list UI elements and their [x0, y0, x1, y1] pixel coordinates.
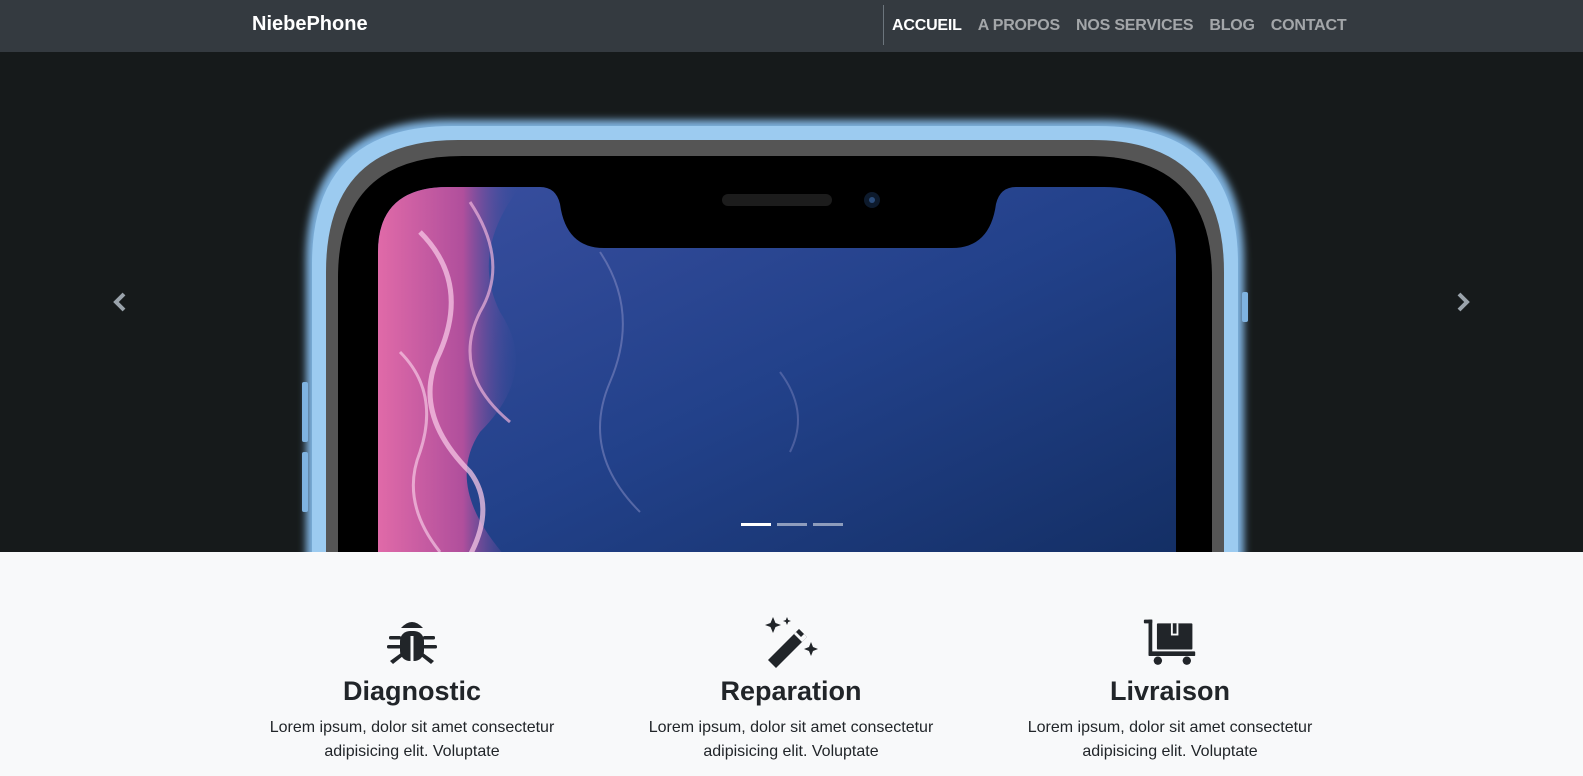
carousel-slide-image	[0, 52, 1583, 552]
feature-title: Diagnostic	[342, 676, 482, 706]
chevron-right-icon	[1457, 292, 1470, 312]
dolly-icon	[1143, 619, 1196, 665]
nav-menu: ACCUEIL A PROPOS NOS SERVICES BLOG CONTA…	[892, 0, 1362, 52]
carousel-indicator-3[interactable]	[813, 523, 843, 526]
feature-text: Lorem ipsum, dolor sit amet consectetur …	[648, 719, 934, 760]
feature-livraison: Livraison Lorem ipsum, dolor sit amet co…	[980, 552, 1360, 764]
feature-reparation: Reparation Lorem ipsum, dolor sit amet c…	[601, 552, 981, 764]
carousel-indicator-1[interactable]	[741, 523, 771, 526]
feature-title: Livraison	[1109, 676, 1231, 706]
nav-divider	[883, 5, 884, 45]
carousel-indicator-2[interactable]	[777, 523, 807, 526]
hero-carousel	[0, 52, 1583, 552]
feature-diagnostic: Diagnostic Lorem ipsum, dolor sit amet c…	[222, 552, 602, 764]
brand-logo[interactable]: NiebePhone	[252, 13, 368, 36]
nav-item-a-propos[interactable]: A PROPOS	[978, 17, 1060, 34]
navbar: NiebePhone ACCUEIL A PROPOS NOS SERVICES…	[0, 0, 1583, 52]
bug-icon	[387, 622, 437, 664]
features-section: Diagnostic Lorem ipsum, dolor sit amet c…	[0, 552, 1583, 776]
phone-image	[302, 120, 1248, 552]
chevron-left-icon	[113, 292, 126, 312]
carousel-prev-button[interactable]	[100, 282, 140, 322]
feature-text: Lorem ipsum, dolor sit amet consectetur …	[269, 719, 555, 760]
nav-item-nos-services[interactable]: NOS SERVICES	[1076, 17, 1194, 34]
carousel-next-button[interactable]	[1443, 282, 1483, 322]
nav-item-blog[interactable]: BLOG	[1209, 17, 1255, 34]
nav-item-accueil[interactable]: ACCUEIL	[892, 17, 962, 34]
feature-text: Lorem ipsum, dolor sit amet consectetur …	[1027, 719, 1313, 760]
magic-wand-icon	[765, 617, 818, 668]
feature-title: Reparation	[720, 676, 862, 706]
carousel-indicators	[741, 523, 849, 526]
nav-item-contact[interactable]: CONTACT	[1271, 17, 1347, 34]
